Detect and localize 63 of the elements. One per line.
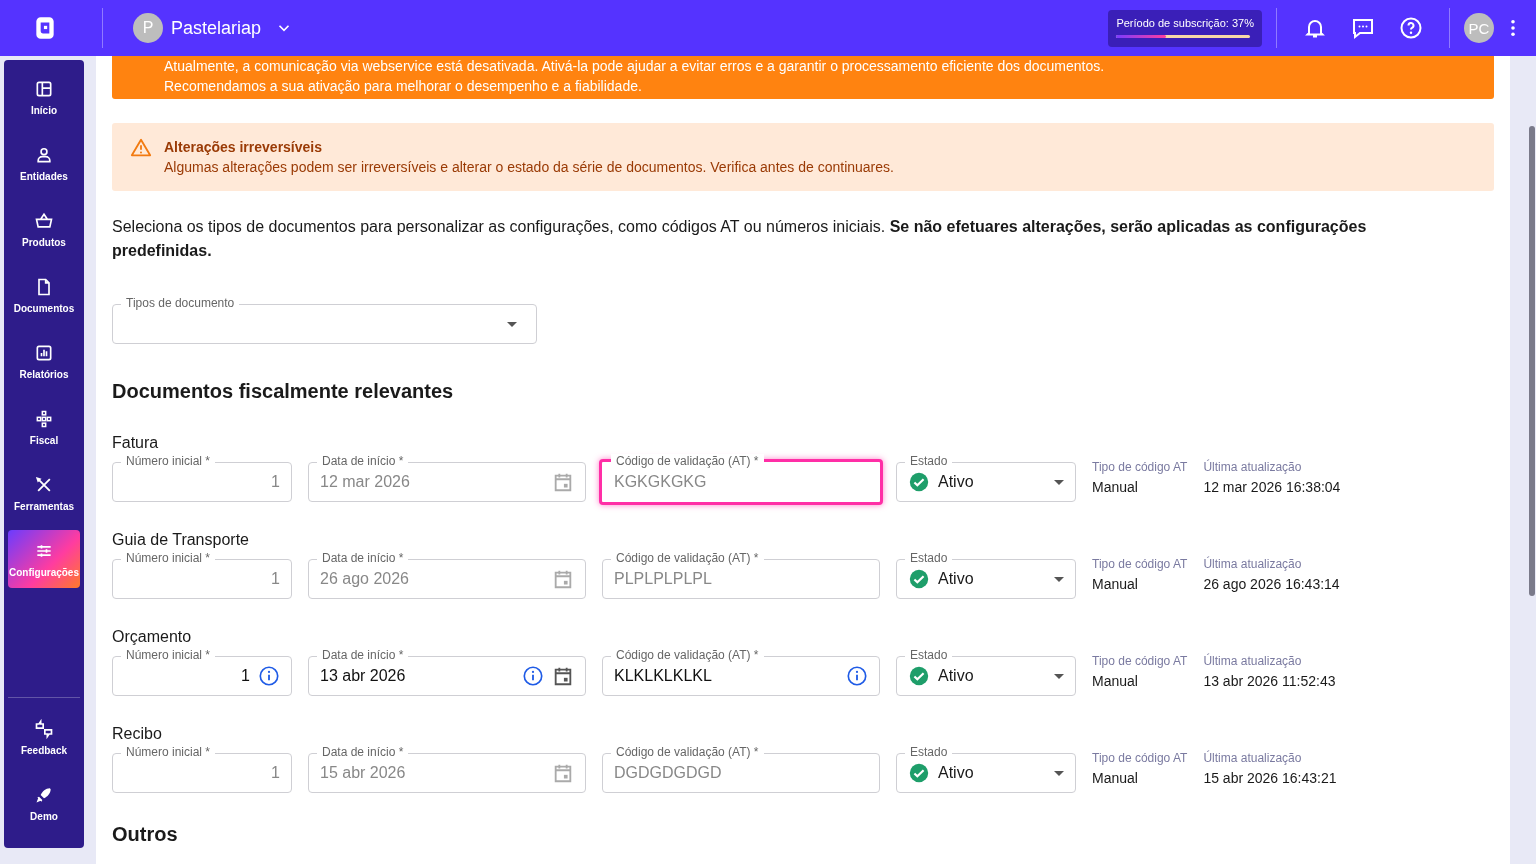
- caret-icon: [1054, 673, 1064, 679]
- info-value: Manual: [1092, 576, 1139, 592]
- info-label: Tipo de código AT: [1092, 654, 1188, 668]
- sidebar-item[interactable]: Relatórios: [8, 332, 80, 390]
- info-value: 26 ago 2026 16:43:14: [1203, 576, 1340, 592]
- info-value: Manual: [1092, 673, 1139, 689]
- number-field[interactable]: Número inicial * 1: [112, 647, 292, 696]
- info-label: Última atualização: [1203, 557, 1303, 571]
- status-select[interactable]: Estado Ativo: [896, 647, 1076, 696]
- scrollbar-thumb[interactable]: [1529, 126, 1535, 596]
- info-label: Última atualização: [1203, 654, 1303, 668]
- info-label: Tipo de código AT: [1092, 557, 1188, 571]
- info-value: 15 abr 2026 16:43:21: [1203, 770, 1337, 786]
- check-icon: [908, 665, 930, 687]
- info-label: Última atualização: [1203, 460, 1303, 474]
- sidebar-item[interactable]: Feedback: [8, 708, 80, 766]
- intro-text: Seleciona os tipos de documentos para personalizar as configurações, como códigos AT ou números iniciais. Se não efetuares alterações, serão aplicadas as configurações predefinidas.: [112, 217, 1368, 261]
- warning-text: Algumas alterações podem ser irreversíveis e alterar o estado da série de documentos. Verifica antes de continuares.: [164, 158, 894, 177]
- info-value: Manual: [1092, 770, 1139, 786]
- company-selector[interactable]: P Pastelariap: [117, 13, 294, 43]
- sidebar-item[interactable]: Demo: [8, 774, 80, 832]
- info-value: Manual: [1092, 479, 1139, 495]
- warning-icon: [130, 137, 152, 159]
- caret-icon: [1054, 770, 1064, 776]
- check-icon: [908, 471, 930, 493]
- info-icon[interactable]: [846, 665, 868, 687]
- date-field[interactable]: Data de início * 13 abr 2026: [308, 647, 586, 696]
- calendar-icon[interactable]: [552, 665, 574, 687]
- subscription-label: Período de subscrição: 37%: [1116, 16, 1254, 29]
- sidebar-item[interactable]: Produtos: [8, 200, 80, 258]
- sidebar-item[interactable]: Fiscal: [8, 398, 80, 456]
- at-code-field[interactable]: Código de validação (AT) * KLKLKLKLKL: [602, 647, 880, 696]
- info-value: 12 mar 2026 16:38:04: [1203, 479, 1341, 495]
- document-name: Recibo: [112, 724, 163, 744]
- sidebar-item[interactable]: Entidades: [8, 134, 80, 192]
- document-name: Fatura: [112, 433, 160, 453]
- help-icon[interactable]: [1399, 16, 1423, 40]
- warning-title: Alterações irreversíveis: [164, 138, 323, 157]
- section-title: Outros: [112, 823, 179, 846]
- document-types-select[interactable]: Tipos de documento: [112, 295, 537, 344]
- caret-icon: [1054, 479, 1064, 485]
- info-label: Tipo de código AT: [1092, 460, 1188, 474]
- check-icon: [908, 568, 930, 590]
- sidebar-item[interactable]: Documentos: [8, 266, 80, 324]
- info-icon[interactable]: [258, 665, 280, 687]
- info-label: Última atualização: [1203, 751, 1303, 765]
- sidebar-item[interactable]: Ferramentas: [8, 464, 80, 522]
- info-icon[interactable]: [522, 665, 544, 687]
- hierarchy-icon: [34, 408, 54, 429]
- info-value: 13 abr 2026 11:52:43: [1203, 673, 1336, 689]
- banner-text: Recomendamos a sua ativação para melhorar o desempenho e a fiabilidade.: [164, 77, 643, 96]
- banner-text: Atualmente, a comunicação via webservice está desativada. Ativá-la pode ajudar a evitar erros e a garantir o processamento eficiente dos documentos.: [164, 57, 1106, 76]
- check-icon: [908, 762, 930, 784]
- document-name: Orçamento: [112, 627, 193, 647]
- caret-icon: [507, 321, 517, 327]
- thumbs-icon: [34, 718, 54, 739]
- sidebar-item[interactable]: Início: [8, 68, 80, 126]
- document-name: Guia de Transporte: [112, 530, 250, 550]
- caret-icon: [1054, 576, 1064, 582]
- info-label: Tipo de código AT: [1092, 751, 1188, 765]
- chat-icon[interactable]: [1351, 16, 1375, 40]
- more-icon[interactable]: [1510, 19, 1516, 37]
- section-title: Documentos fiscalmente relevantes: [112, 380, 455, 403]
